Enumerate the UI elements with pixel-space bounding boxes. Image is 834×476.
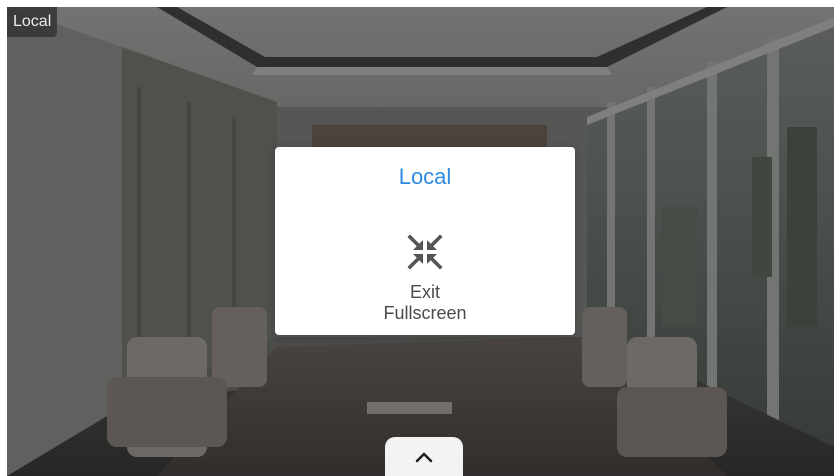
exit-fullscreen-button[interactable]: Exit Fullscreen — [355, 221, 495, 333]
exit-label-line2: Fullscreen — [383, 303, 467, 323]
chevron-up-icon — [415, 452, 433, 463]
video-source-label: Local — [7, 7, 58, 37]
exit-label-line1: Exit — [409, 282, 440, 302]
dialog-title: Local — [398, 164, 452, 189]
exit-fullscreen-icon — [406, 233, 444, 271]
toolbar-expand-button[interactable] — [385, 437, 463, 476]
fullscreen-dialog: Local Exit Fullscreen — [275, 147, 575, 335]
video-call-screen: Local Local Exit Fullscreen — [0, 0, 834, 476]
exit-fullscreen-label: Exit Fullscreen — [355, 282, 495, 324]
